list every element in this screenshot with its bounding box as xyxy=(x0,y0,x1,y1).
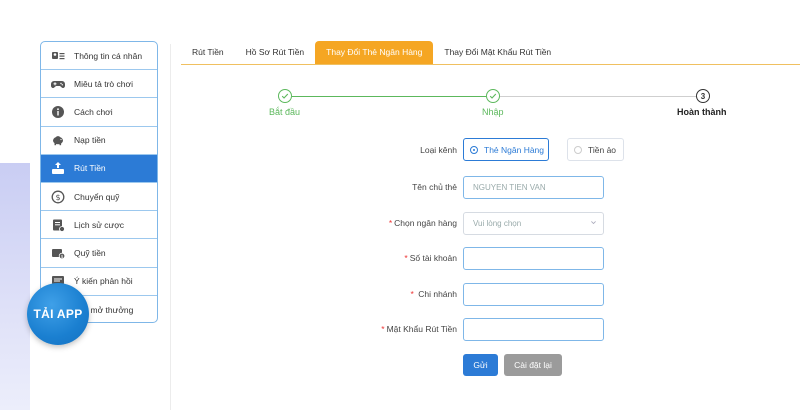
holder-name-label: Tên chủ thẻ xyxy=(412,182,457,192)
history-icon xyxy=(50,218,65,232)
withdraw-icon xyxy=(50,161,65,175)
chevron-down-icon xyxy=(590,219,597,228)
tab-change-bank-card[interactable]: Thay Đổi Thẻ Ngân Hàng xyxy=(315,41,434,64)
channel-option-label: Thẻ Ngân Hàng xyxy=(484,144,545,155)
tab-withdraw[interactable]: Rút Tiền xyxy=(181,41,235,64)
account-number-input[interactable] xyxy=(463,247,604,270)
sidebar-item-label: Ý kiến phản hồi xyxy=(74,276,133,287)
step-2-check-icon xyxy=(486,89,500,103)
holder-name-input[interactable]: NGUYEN TIEN VAN xyxy=(463,176,604,199)
withdraw-password-input[interactable] xyxy=(463,318,604,341)
wallet-icon: $ xyxy=(50,246,65,260)
sidebar-item-label: Quỹ tiền xyxy=(74,247,106,258)
submit-button[interactable]: Gửi xyxy=(463,354,498,376)
sidebar-item-label: Rút Tiền xyxy=(74,163,106,174)
sidebar-item-game-description[interactable]: Miêu tả trò chơi xyxy=(41,70,157,99)
step-3-number: 3 xyxy=(696,89,710,103)
tab-change-withdraw-password[interactable]: Thay Đổi Mật Khẩu Rút Tiền xyxy=(433,41,562,64)
step-2-label: Nhập xyxy=(482,107,504,117)
branch-label: * Chi nhánh xyxy=(410,289,457,299)
step-connector-done xyxy=(292,96,486,97)
withdraw-password-label: * Mật Khẩu Rút Tiền xyxy=(381,324,457,334)
sidebar-item-transfer[interactable]: $ Chuyển quỹ xyxy=(41,183,157,212)
sidebar-item-label: Miêu tả trò chơi xyxy=(74,78,133,89)
tab-withdraw-records[interactable]: Hồ Sơ Rút Tiền xyxy=(235,41,316,64)
step-connector-pending xyxy=(500,96,696,97)
reset-button[interactable]: Cài đặt lại xyxy=(504,354,562,376)
download-app-label: TẢI APP xyxy=(33,307,83,321)
sidebar-item-bet-history[interactable]: Lịch sử cược xyxy=(41,211,157,240)
info-icon xyxy=(50,105,65,119)
sidebar-item-label: Nạp tiền xyxy=(74,135,106,146)
svg-text:$: $ xyxy=(55,193,60,202)
sidebar-item-label: Lịch sử cược xyxy=(74,219,125,230)
sidebar-item-label: Cách chơi xyxy=(74,106,113,117)
bank-select-placeholder: Vui lòng chọn xyxy=(473,219,522,228)
download-app-button[interactable]: TẢI APP xyxy=(27,283,89,345)
id-card-icon xyxy=(50,49,65,63)
gamepad-icon xyxy=(50,77,65,91)
holder-name-placeholder: NGUYEN TIEN VAN xyxy=(473,183,546,192)
step-1-label: Bắt đầu xyxy=(269,107,301,117)
tab-bar: Rút Tiền Hồ Sơ Rút Tiền Thay Đổi Thẻ Ngâ… xyxy=(181,41,800,65)
step-1-check-icon xyxy=(278,89,292,103)
sidebar-item-profile[interactable]: Thông tin cá nhân xyxy=(41,42,157,71)
sidebar-item-deposit[interactable]: Nạp tiền xyxy=(41,127,157,155)
svg-text:$: $ xyxy=(60,254,63,260)
dollar-circle-icon: $ xyxy=(50,190,65,204)
channel-label: Loại kênh xyxy=(420,145,457,155)
sidebar-item-how-to-play[interactable]: Cách chơi xyxy=(41,98,157,127)
step-3-label: Hoàn thành xyxy=(677,107,727,117)
bank-select-label: * Chọn ngân hàng xyxy=(388,218,457,228)
background-decoration xyxy=(0,163,30,410)
radio-checked-icon xyxy=(470,145,478,154)
sidebar-menu: Thông tin cá nhân Miêu tả trò chơi Cách … xyxy=(40,41,158,323)
channel-option-label: Tiền ảo xyxy=(588,144,617,155)
radio-unchecked-icon xyxy=(574,145,582,154)
sidebar-item-label: Thông tin cá nhân xyxy=(74,50,143,61)
sidebar-item-label: Chuyển quỹ xyxy=(74,191,120,202)
branch-input[interactable] xyxy=(463,283,604,306)
sidebar-divider xyxy=(170,44,171,410)
sidebar-item-fund[interactable]: $ Quỹ tiền xyxy=(41,239,157,268)
account-number-label: * Số tài khoản xyxy=(404,253,457,263)
piggy-bank-icon xyxy=(50,133,65,147)
sidebar-item-withdraw[interactable]: Rút Tiền xyxy=(41,154,157,183)
channel-option-crypto[interactable]: Tiền ảo xyxy=(567,138,624,161)
bank-select[interactable]: Vui lòng chọn xyxy=(463,212,604,235)
channel-option-bank-card[interactable]: Thẻ Ngân Hàng xyxy=(463,138,549,161)
